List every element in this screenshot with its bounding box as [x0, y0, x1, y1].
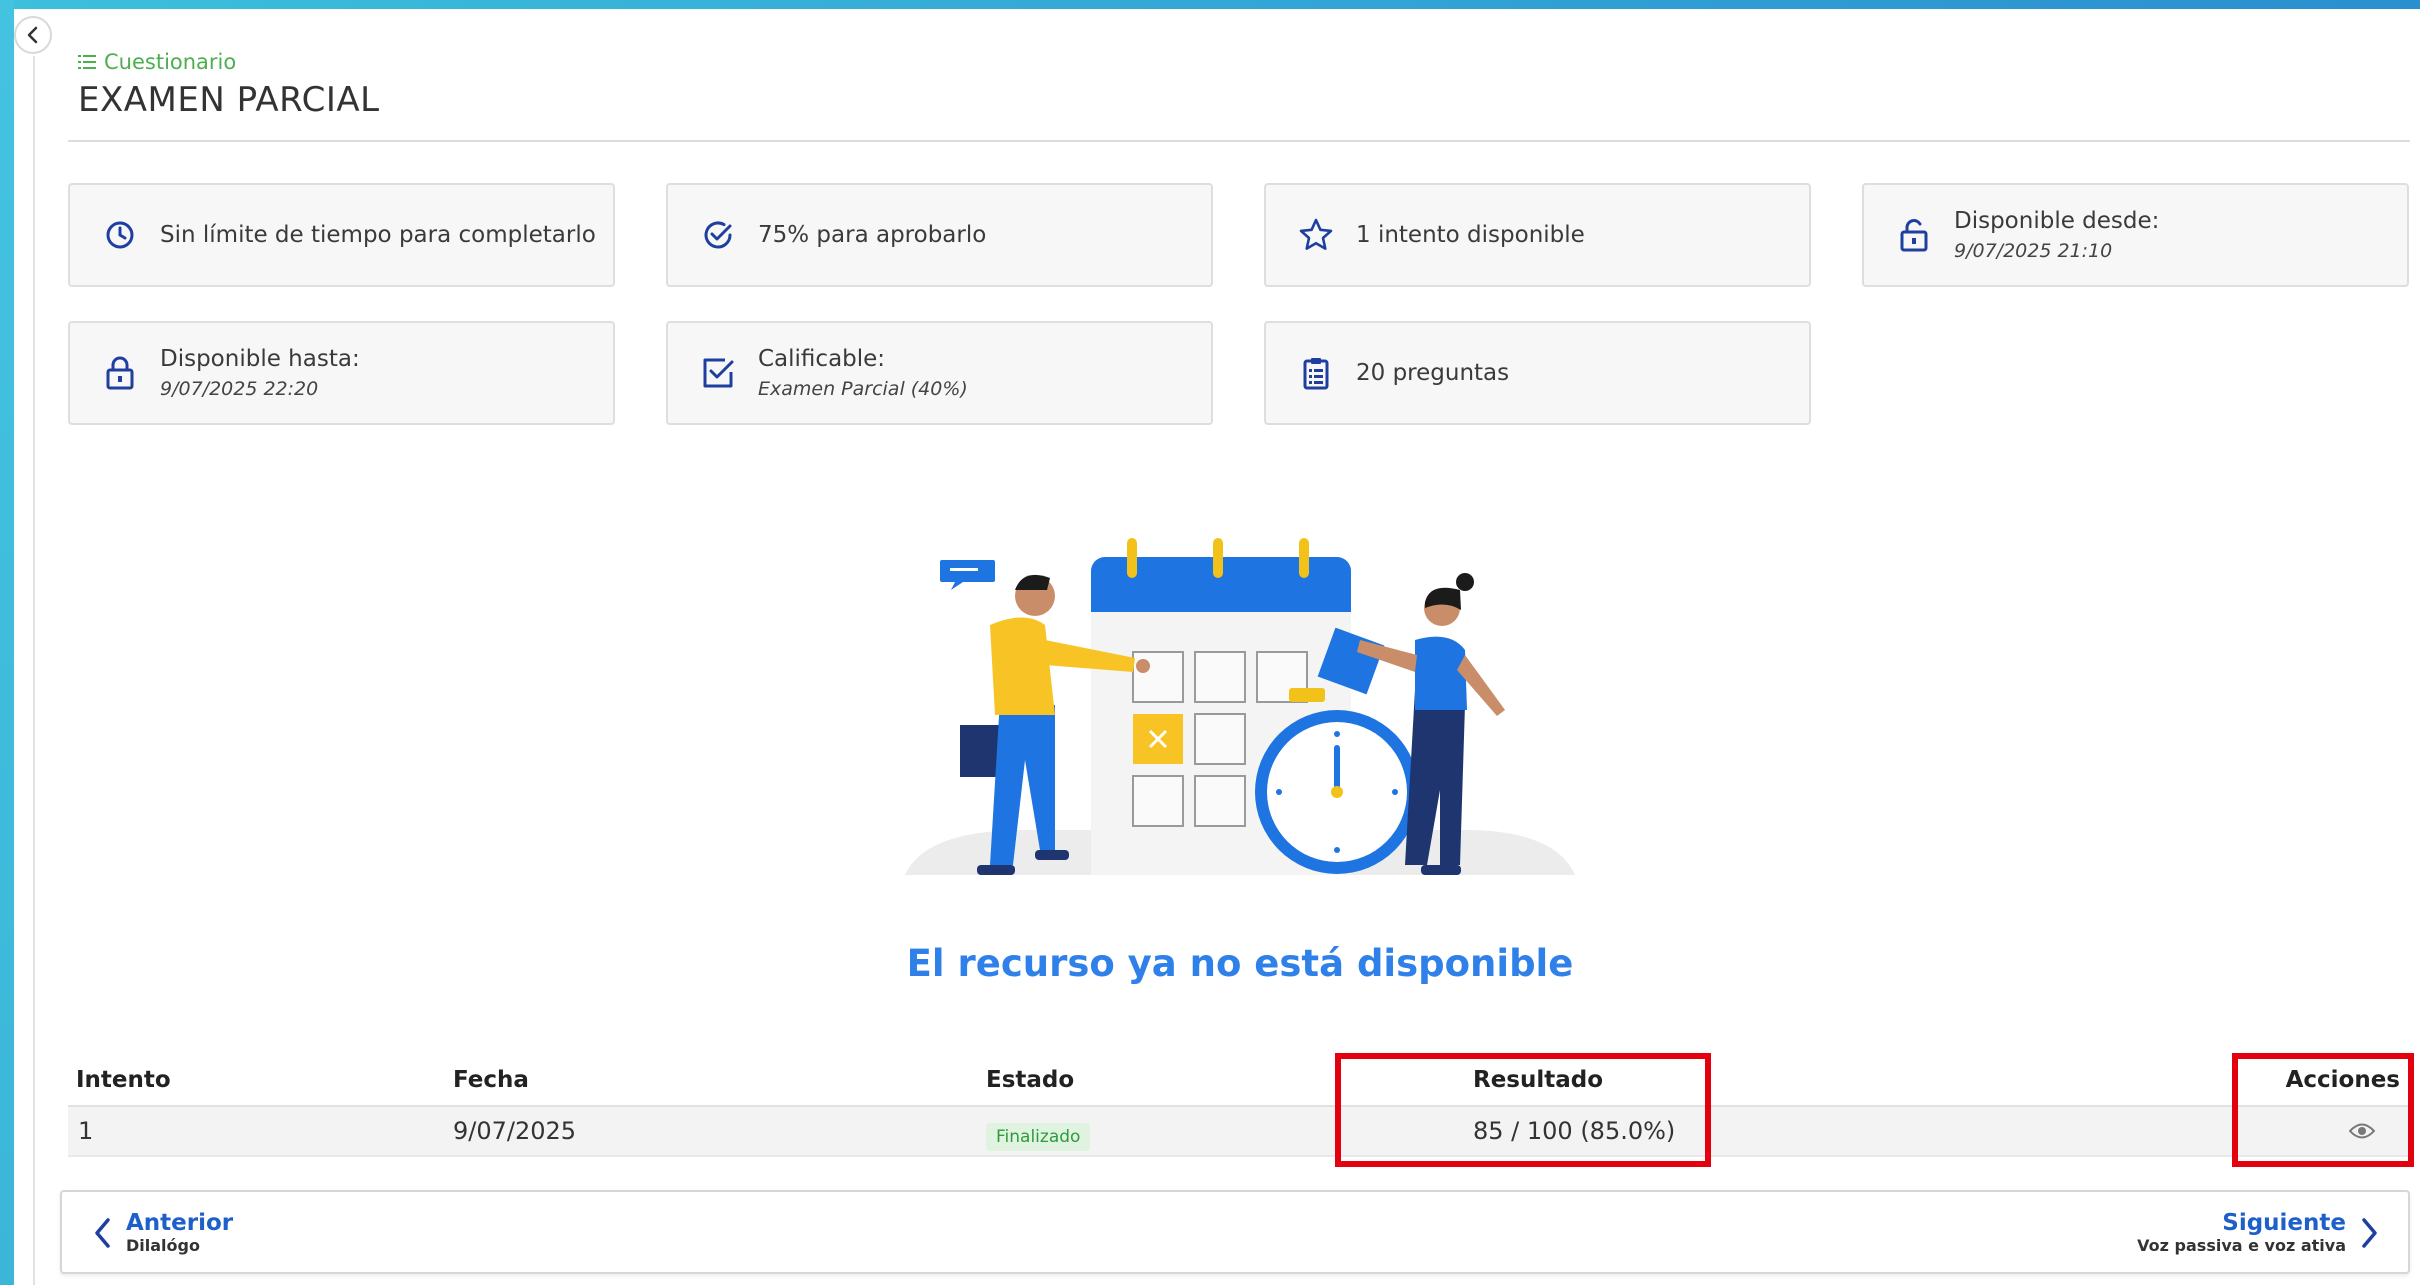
- star-icon: [1296, 215, 1336, 255]
- status-badge: Finalizado: [986, 1123, 1091, 1151]
- list-icon: [78, 55, 96, 69]
- breadcrumb[interactable]: Cuestionario: [78, 50, 236, 74]
- sidebar-divider: [33, 56, 35, 1285]
- header-status: Estado: [986, 1067, 1075, 1093]
- clipboard-list-icon: [1296, 353, 1336, 393]
- available-until-card: Disponible hasta: 9/07/2025 22:20: [68, 321, 615, 425]
- attempts-table-header: Intento Fecha Estado Resultado Acciones: [68, 1055, 2410, 1105]
- attempt-number: 1: [78, 1117, 94, 1145]
- table-row: 1 9/07/2025 Finalizado 85 / 100 (85.0%): [68, 1105, 2410, 1157]
- attempt-date: 9/07/2025: [453, 1117, 577, 1145]
- next-label: Siguiente: [2222, 1210, 2346, 1236]
- chevron-left-icon: [95, 1217, 110, 1248]
- header-date: Fecha: [453, 1067, 529, 1093]
- available-until-label: Disponible hasta:: [160, 346, 360, 372]
- header-attempt: Intento: [76, 1067, 171, 1093]
- pass-threshold-card: 75% para aprobarlo: [666, 183, 1213, 287]
- check-circle-icon: [698, 215, 738, 255]
- lock-icon: [100, 353, 140, 393]
- time-limit-text: Sin límite de tiempo para completarlo: [160, 222, 596, 248]
- available-from-card: Disponible desde: 9/07/2025 21:10: [1862, 183, 2409, 287]
- next-subtitle: Voz passiva e voz ativa: [2137, 1236, 2346, 1255]
- header-divider: [68, 140, 2410, 142]
- result-highlight-box: [1335, 1053, 1711, 1167]
- previous-button[interactable]: Anterior Dilalógo: [92, 1210, 233, 1255]
- calendar-people-illustration: [905, 538, 1575, 875]
- previous-subtitle: Dilalógo: [126, 1236, 200, 1255]
- available-from-value: 9/07/2025 21:10: [1954, 240, 2113, 262]
- unavailable-message: El recurso ya no está disponible: [906, 942, 1574, 985]
- chevron-right-icon: [2362, 1217, 2377, 1248]
- breadcrumb-label: Cuestionario: [104, 50, 237, 74]
- attempts-text: 1 intento disponible: [1356, 222, 1585, 248]
- window-frame-top: [0, 0, 2420, 9]
- collapse-sidebar-button[interactable]: [14, 16, 52, 54]
- time-limit-card: Sin límite de tiempo para completarlo: [68, 183, 615, 287]
- footer-navigation: Anterior Dilalógo Siguiente Voz passiva …: [60, 1190, 2410, 1274]
- page-title: EXAMEN PARCIAL: [78, 80, 380, 120]
- chevron-left-icon: [27, 26, 38, 44]
- questions-card: 20 preguntas: [1264, 321, 1811, 425]
- actions-highlight-box: [2232, 1053, 2414, 1167]
- gradable-value: Examen Parcial (40%): [758, 378, 968, 400]
- checkbox-icon: [698, 353, 738, 393]
- gradable-card: Calificable: Examen Parcial (40%): [666, 321, 1213, 425]
- gradable-label: Calificable:: [758, 346, 886, 372]
- next-button[interactable]: Siguiente Voz passiva e voz ativa: [2137, 1210, 2380, 1255]
- available-until-value: 9/07/2025 22:20: [160, 378, 319, 400]
- available-from-label: Disponible desde:: [1954, 208, 2160, 234]
- pass-threshold-text: 75% para aprobarlo: [758, 222, 987, 248]
- window-frame-left: [0, 0, 14, 1285]
- attempts-card: 1 intento disponible: [1264, 183, 1811, 287]
- unlock-icon: [1894, 215, 1934, 255]
- questions-text: 20 preguntas: [1356, 360, 1510, 386]
- clock-icon: [100, 215, 140, 255]
- previous-label: Anterior: [126, 1210, 234, 1236]
